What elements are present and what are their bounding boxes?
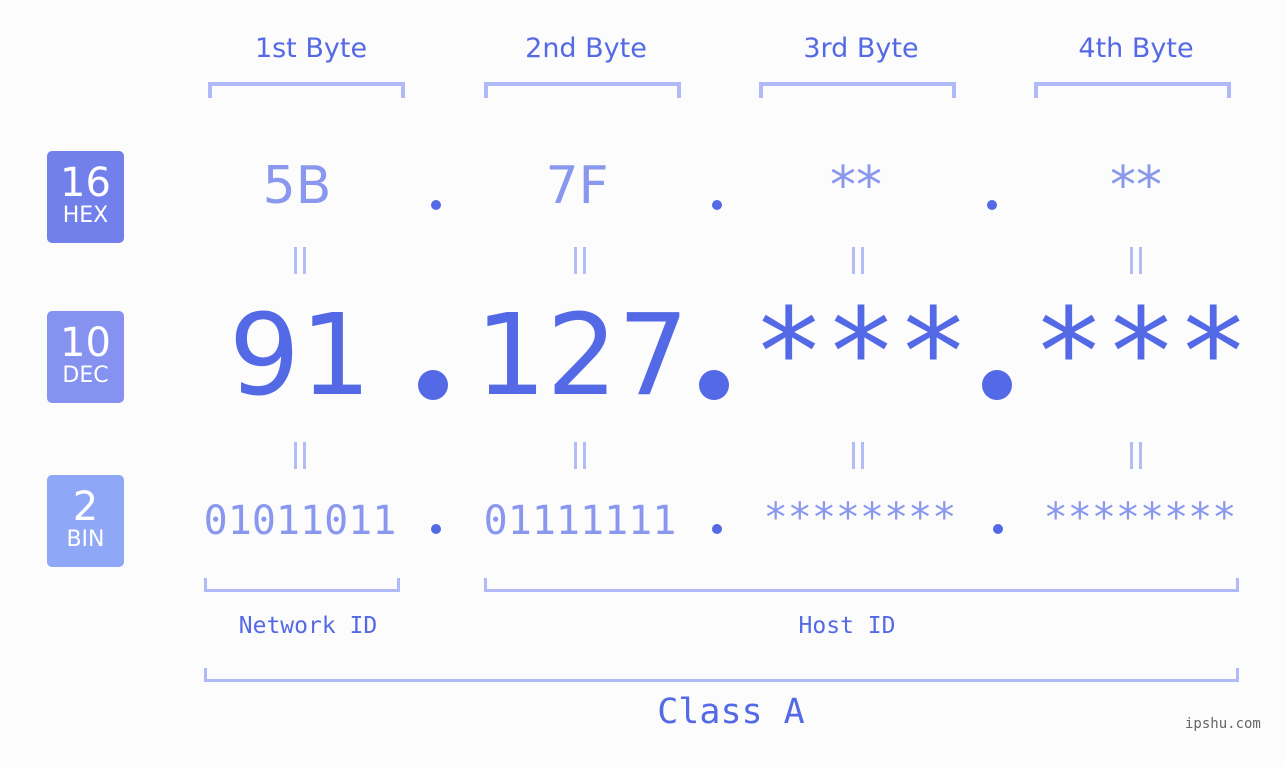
equals-icon — [294, 442, 306, 469]
host-id-label: Host ID — [798, 613, 896, 639]
hex-badge: 16 HEX — [47, 151, 124, 243]
byte-bracket-4 — [1034, 82, 1231, 98]
equals-icon — [1130, 442, 1142, 469]
dec-badge: 10 DEC — [47, 311, 124, 403]
bin-badge: 2 BIN — [47, 475, 124, 567]
host-id-bracket — [484, 578, 1239, 592]
byte-label-1: 1st Byte — [254, 33, 368, 64]
dec-byte-1: 91 — [228, 291, 372, 421]
bin-byte-2: 01111111 — [483, 498, 677, 544]
bin-byte-3: ******** — [763, 495, 957, 541]
bin-base-number: 2 — [72, 484, 99, 530]
byte-label-2: 2nd Byte — [525, 33, 647, 64]
equals-icon — [852, 442, 864, 469]
dec-byte-4: *** — [1032, 284, 1250, 423]
watermark: ipshu.com — [1185, 716, 1261, 732]
class-label: Class A — [657, 692, 805, 732]
network-id-label: Network ID — [238, 613, 378, 639]
hex-separator-dot — [431, 200, 441, 210]
hex-byte-3: ** — [830, 156, 882, 216]
equals-icon — [574, 442, 586, 469]
class-bracket — [204, 668, 1239, 682]
hex-base-name: HEX — [62, 203, 109, 228]
dec-base-number: 10 — [60, 320, 111, 366]
bin-byte-1: 01011011 — [203, 498, 397, 544]
dec-byte-3: *** — [752, 284, 970, 423]
equals-icon — [852, 247, 864, 274]
hex-byte-2: 7F — [545, 156, 609, 216]
equals-icon — [1130, 247, 1142, 274]
equals-icon — [294, 247, 306, 274]
hex-separator-dot — [712, 200, 722, 210]
byte-bracket-1 — [208, 82, 405, 98]
byte-bracket-3 — [759, 82, 956, 98]
bin-base-name: BIN — [66, 527, 105, 552]
hex-byte-1: 5B — [262, 156, 332, 216]
hex-base-number: 16 — [60, 160, 111, 206]
hex-byte-4: ** — [1110, 156, 1162, 216]
byte-bracket-2 — [484, 82, 681, 98]
hex-separator-dot — [987, 200, 997, 210]
dec-byte-2: 127 — [475, 291, 689, 421]
byte-label-3: 3rd Byte — [803, 33, 919, 64]
bin-byte-4: ******** — [1043, 495, 1237, 541]
byte-label-4: 4th Byte — [1078, 33, 1194, 64]
dec-base-name: DEC — [62, 363, 109, 388]
equals-icon — [574, 247, 586, 274]
network-id-bracket — [204, 578, 400, 592]
